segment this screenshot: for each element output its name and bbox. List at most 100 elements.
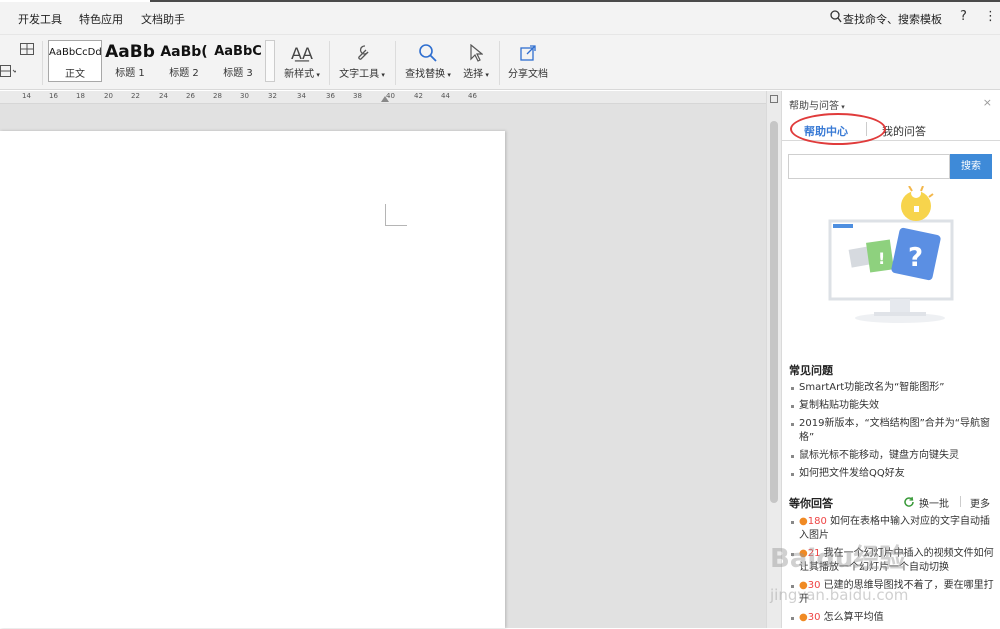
document-workspace (0, 104, 766, 628)
new-style-icon: A͟A (291, 43, 313, 63)
text-tools-label: 文字工具 (339, 69, 380, 80)
ruler-tick: 18 (76, 92, 85, 100)
faq-title: 常见问题 (789, 364, 833, 377)
ruler-tick: 28 (213, 92, 222, 100)
more-icon[interactable]: ⋮ (984, 9, 997, 24)
ruler-tick: 46 (468, 92, 477, 100)
faq-item[interactable]: 2019新版本，“文档结构图”合并为“导航窗格” (789, 417, 994, 445)
ruler-tick: 30 (240, 92, 249, 100)
answer-text: 怎么算平均值 (823, 612, 884, 623)
style-heading-3-label: 标题 3 (223, 68, 253, 79)
select-label: 选择 (463, 69, 484, 80)
chevron-down-icon: ▾ (445, 71, 451, 79)
style-heading-2[interactable]: AaBb( 标题 2 (158, 40, 210, 82)
style-heading-1-label: 标题 1 (115, 68, 145, 79)
chevron-down-icon: ▾ (839, 103, 845, 111)
answer-item[interactable]: ●30 怎么算平均值 (789, 611, 994, 625)
select-button[interactable]: 选择 ▾ (459, 41, 493, 80)
table-icon[interactable] (20, 43, 34, 58)
ruler-tick: 44 (441, 92, 450, 100)
style-heading-2-label: 标题 2 (169, 68, 199, 79)
watermark-url: jingyan.baidu.com (770, 586, 909, 604)
menu-special-apps[interactable]: 特色应用 (79, 11, 123, 27)
style-heading-1[interactable]: AaBb 标题 1 (104, 40, 156, 82)
separator (42, 41, 43, 85)
ruler-tick: 42 (414, 92, 423, 100)
style-normal-label: 正文 (65, 69, 85, 80)
faq-item[interactable]: 如何把文件发给QQ好友 (789, 467, 994, 481)
refresh-button[interactable]: 换一批 (919, 495, 949, 510)
faq-list: SmartArt功能改名为“智能图形” 复制粘贴功能失效 2019新版本，“文档… (789, 381, 994, 485)
style-scroll[interactable] (265, 40, 275, 82)
menu-bar: 开发工具 特色应用 文档助手 查找命令、搜索模板 ? ⋮ (0, 2, 1000, 34)
style-heading-2-sample: AaBb( (160, 44, 208, 60)
faq-item[interactable]: 鼠标光标不能移动，键盘方向键失灵 (789, 449, 994, 463)
ruler-tick: 36 (326, 92, 335, 100)
ruler-tick: 32 (268, 92, 277, 100)
ruler-tick: 34 (297, 92, 306, 100)
chevron-down-icon: ▾ (483, 71, 489, 79)
answer-points: 30 (807, 612, 821, 623)
style-heading-1-sample: AaBb (105, 42, 155, 62)
faq-item[interactable]: 复制粘贴功能失效 (789, 399, 994, 413)
find-replace-label: 查找替换 (405, 69, 446, 80)
menu-doc-assistant[interactable]: 文档助手 (141, 11, 185, 27)
scrollbar-thumb[interactable] (770, 121, 778, 503)
ruler-tick: 20 (104, 92, 113, 100)
text-tools-button[interactable]: 文字工具 ▾ (337, 41, 387, 80)
coin-icon: ● (799, 612, 808, 623)
coin-icon: ● (799, 516, 808, 527)
separator (499, 41, 500, 85)
ribbon: AaBbCcDd 正文 AaBb 标题 1 AaBb( 标题 2 AaBbC 标… (0, 34, 1000, 90)
border-icon[interactable] (0, 65, 18, 80)
divider (960, 496, 961, 507)
ruler-tick: 16 (49, 92, 58, 100)
horizontal-ruler[interactable]: 14 16 18 20 22 24 26 28 30 32 34 36 38 4… (0, 91, 766, 104)
margin-corner-marker (385, 204, 407, 226)
ruler-tick: 26 (186, 92, 195, 100)
help-search-button[interactable]: 搜索 (950, 154, 992, 179)
help-search-input[interactable] (788, 154, 950, 179)
style-normal[interactable]: AaBbCcDd 正文 (48, 40, 102, 82)
ruler-tick: 22 (131, 92, 140, 100)
magnifier-icon (403, 41, 453, 65)
answers-title: 等你回答 (789, 497, 833, 510)
highlight-oval (790, 113, 886, 145)
wrench-icon (337, 41, 387, 65)
new-style-button[interactable]: A͟A 新样式 ▾ (281, 41, 323, 81)
search-icon[interactable] (830, 10, 842, 26)
document-page[interactable] (0, 131, 505, 628)
share-icon (505, 41, 551, 65)
find-replace-button[interactable]: 查找替换 ▾ (403, 41, 453, 80)
panel-toggle-icon[interactable] (770, 95, 778, 103)
faq-item[interactable]: SmartArt功能改名为“智能图形” (789, 381, 994, 395)
new-style-label: 新样式 (284, 69, 315, 80)
separator (395, 41, 396, 85)
tab-my-questions[interactable]: 我的问答 (882, 123, 926, 139)
share-doc-label: 分享文档 (508, 69, 548, 80)
watermark-logo: Baidu经验 (770, 544, 906, 574)
ruler-tick: 38 (353, 92, 362, 100)
svg-text:!: ! (878, 249, 885, 268)
indent-marker-icon[interactable] (381, 96, 389, 102)
chevron-down-icon: ▾ (379, 71, 385, 79)
ruler-tick: 24 (159, 92, 168, 100)
style-normal-sample: AaBbCcDd (49, 47, 101, 58)
panel-title[interactable]: 帮助与问答 ▾ (789, 97, 845, 112)
more-link[interactable]: 更多 (970, 495, 990, 510)
separator (329, 41, 330, 85)
svg-text:?: ? (908, 243, 923, 273)
style-heading-3-sample: AaBbC (214, 44, 262, 59)
answer-points: 180 (807, 516, 827, 527)
help-illustration: ! ? (822, 185, 972, 329)
command-search[interactable]: 查找命令、搜索模板 (843, 11, 942, 27)
chevron-down-icon: ▾ (314, 71, 320, 79)
refresh-icon[interactable] (903, 496, 915, 511)
close-icon[interactable]: × (983, 96, 992, 109)
style-heading-3[interactable]: AaBbC 标题 3 (212, 40, 264, 82)
menu-developer-tools[interactable]: 开发工具 (18, 11, 62, 27)
help-icon[interactable]: ? (960, 9, 967, 24)
cursor-icon (459, 41, 493, 65)
ruler-tick: 14 (22, 92, 31, 100)
share-doc-button[interactable]: 分享文档 (505, 41, 551, 80)
